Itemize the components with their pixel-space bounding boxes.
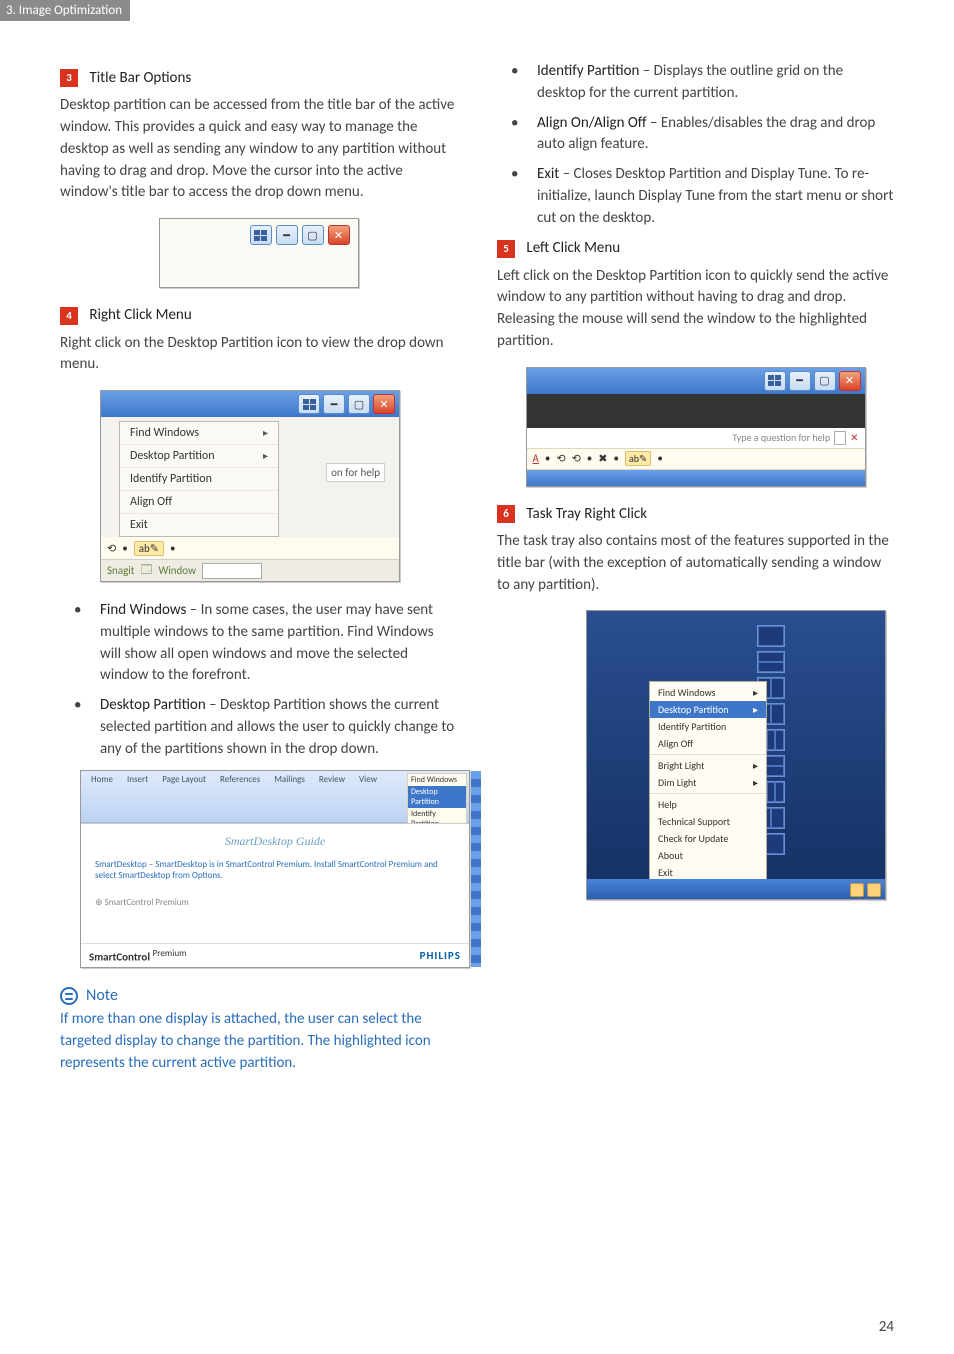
section-5-heading: Left Click Menu bbox=[526, 239, 620, 257]
note-body: If more than one display is attached, th… bbox=[60, 1009, 457, 1074]
figure-word-ribbon: Home Insert Page Layout References Maili… bbox=[80, 770, 470, 968]
partition-grid-icon[interactable] bbox=[764, 371, 786, 391]
section-6-body: The task tray also contains most of the … bbox=[497, 531, 894, 596]
tray-menu-help[interactable]: Help bbox=[650, 796, 766, 813]
minimize-icon[interactable]: ━ bbox=[323, 394, 345, 414]
tray-menu-identify-partition[interactable]: Identify Partition bbox=[650, 718, 766, 735]
figure-task-tray-menu: Find Windows▸ Desktop Partition▸ Identif… bbox=[586, 610, 886, 900]
right-column: Identify Partition – Displays the outlin… bbox=[497, 61, 894, 1075]
doc-title: SmartDesktop Guide bbox=[95, 834, 455, 849]
smartcontrol-brand: SmartControl Premium bbox=[89, 948, 186, 964]
bullet-find-windows: Find Windows – In some cases, the user m… bbox=[60, 600, 457, 687]
ribbon-tab[interactable]: Mailings bbox=[270, 773, 309, 786]
section-6-title: 6 Task Tray Right Click bbox=[497, 505, 894, 523]
doc-line: SmartDesktop – SmartDesktop is in SmartC… bbox=[95, 859, 455, 881]
section-3-title: 3 Title Bar Options bbox=[60, 69, 457, 87]
note-label: Note bbox=[86, 986, 118, 1005]
ribbon-tab[interactable]: View bbox=[355, 773, 381, 786]
section-5-title: 5 Left Click Menu bbox=[497, 239, 894, 257]
snagit-icon: 🗔 bbox=[141, 561, 153, 580]
section-4-body: Right click on the Desktop Partition ico… bbox=[60, 333, 457, 377]
ribbon-tab[interactable]: References bbox=[216, 773, 264, 786]
page-number: 24 bbox=[879, 1318, 894, 1336]
figure-right-click-menu: ━ ▢ ✕ Find Windows Desktop Partition Ide… bbox=[100, 390, 400, 582]
tray-menu-desktop-partition[interactable]: Desktop Partition▸ bbox=[650, 701, 766, 718]
maximize-icon[interactable]: ▢ bbox=[302, 225, 324, 245]
menu-item-identify-partition[interactable]: Identify Partition bbox=[120, 468, 278, 491]
partition-strip-icon bbox=[471, 771, 481, 967]
close-hint-icon[interactable]: ✕ bbox=[850, 431, 858, 444]
bullet-identify-partition: Identify Partition – Displays the outlin… bbox=[497, 61, 894, 105]
section-6-heading: Task Tray Right Click bbox=[526, 505, 647, 523]
note-icon bbox=[60, 987, 78, 1005]
help-dropdown[interactable] bbox=[834, 431, 846, 445]
section-4-heading: Right Click Menu bbox=[89, 306, 191, 324]
system-tray[interactable] bbox=[850, 883, 881, 897]
maximize-icon[interactable]: ▢ bbox=[348, 394, 370, 414]
minimize-icon[interactable]: ━ bbox=[276, 225, 298, 245]
tray-menu-about[interactable]: About bbox=[650, 847, 766, 864]
tray-menu-tech-support[interactable]: Technical Support bbox=[650, 813, 766, 830]
bullet-exit: Exit – Closes Desktop Partition and Disp… bbox=[497, 164, 894, 229]
highlight-icon[interactable]: ab✎ bbox=[625, 451, 651, 466]
tray-icon[interactable] bbox=[867, 883, 881, 897]
help-hint: Type a question for help bbox=[732, 431, 830, 444]
breadcrumb: 3. Image Optimization bbox=[0, 0, 130, 21]
section-4-number: 4 bbox=[60, 307, 78, 325]
tray-menu-bright-light[interactable]: Bright Light▸ bbox=[650, 757, 766, 774]
tray-context-menu[interactable]: Find Windows▸ Desktop Partition▸ Identif… bbox=[649, 681, 767, 885]
tray-menu-check-update[interactable]: Check for Update bbox=[650, 830, 766, 847]
ribbon-tab[interactable]: Page Layout bbox=[158, 773, 210, 786]
snagit-label: Snagit bbox=[107, 564, 135, 577]
menu-item-desktop-partition[interactable]: Desktop Partition bbox=[120, 445, 278, 468]
tray-menu-align-off[interactable]: Align Off bbox=[650, 735, 766, 752]
window-dropdown[interactable] bbox=[202, 563, 262, 579]
help-hint: on for help bbox=[326, 463, 385, 482]
tray-menu-dim-light[interactable]: Dim Light▸ bbox=[650, 774, 766, 791]
bullet-desktop-partition: Desktop Partition – Desktop Partition sh… bbox=[60, 695, 457, 760]
philips-brand: PHILIPS bbox=[420, 949, 461, 962]
left-bullet-list: Find Windows – In some cases, the user m… bbox=[60, 600, 457, 760]
partition-grid-icon[interactable] bbox=[250, 225, 272, 245]
section-3-heading: Title Bar Options bbox=[89, 69, 191, 87]
section-4-title: 4 Right Click Menu bbox=[60, 306, 457, 324]
menu-item-find-windows[interactable]: Find Windows bbox=[120, 422, 278, 445]
figure-left-click-tray: ━ ▢ ✕ Type a question for help✕ A• ⟲⟲•✖•… bbox=[526, 367, 866, 487]
left-column: 3 Title Bar Options Desktop partition ca… bbox=[60, 61, 457, 1075]
section-5-number: 5 bbox=[497, 240, 515, 258]
panel-label: ⊕ SmartControl Premium bbox=[95, 897, 455, 908]
figure-titlebar-icons: ━ ▢ ✕ bbox=[159, 218, 359, 288]
bullet-align-toggle: Align On/Align Off – Enables/disables th… bbox=[497, 113, 894, 157]
right-bullet-list: Identify Partition – Displays the outlin… bbox=[497, 61, 894, 229]
section-3-body: Desktop partition can be accessed from t… bbox=[60, 95, 457, 204]
close-icon[interactable]: ✕ bbox=[839, 371, 861, 391]
section-6-number: 6 bbox=[497, 505, 515, 523]
menu-item-align-off[interactable]: Align Off bbox=[120, 491, 278, 514]
ribbon-tab[interactable]: Home bbox=[87, 773, 117, 786]
window-label: Window bbox=[158, 564, 196, 577]
context-menu[interactable]: Find Windows Desktop Partition Identify … bbox=[119, 421, 279, 537]
maximize-icon[interactable]: ▢ bbox=[814, 371, 836, 391]
chevron-right-icon bbox=[263, 449, 268, 463]
tray-menu-find-windows[interactable]: Find Windows▸ bbox=[650, 684, 766, 701]
close-icon[interactable]: ✕ bbox=[373, 394, 395, 414]
menu-item-exit[interactable]: Exit bbox=[120, 514, 278, 536]
ribbon-tab[interactable]: Review bbox=[315, 773, 349, 786]
section-5-body: Left click on the Desktop Partition icon… bbox=[497, 266, 894, 353]
minimize-icon[interactable]: ━ bbox=[789, 371, 811, 391]
chevron-right-icon bbox=[263, 426, 268, 440]
close-icon[interactable]: ✕ bbox=[328, 225, 350, 245]
taskbar bbox=[587, 879, 885, 899]
toolbar-glyph: ⟲ bbox=[107, 542, 116, 555]
ribbon-tab[interactable]: Insert bbox=[123, 773, 152, 786]
highlight-icon[interactable]: ab✎ bbox=[134, 541, 164, 556]
partition-grid-icon[interactable] bbox=[298, 394, 320, 414]
section-3-number: 3 bbox=[60, 69, 78, 87]
tray-icon[interactable] bbox=[850, 883, 864, 897]
note-heading: Note bbox=[60, 986, 457, 1005]
